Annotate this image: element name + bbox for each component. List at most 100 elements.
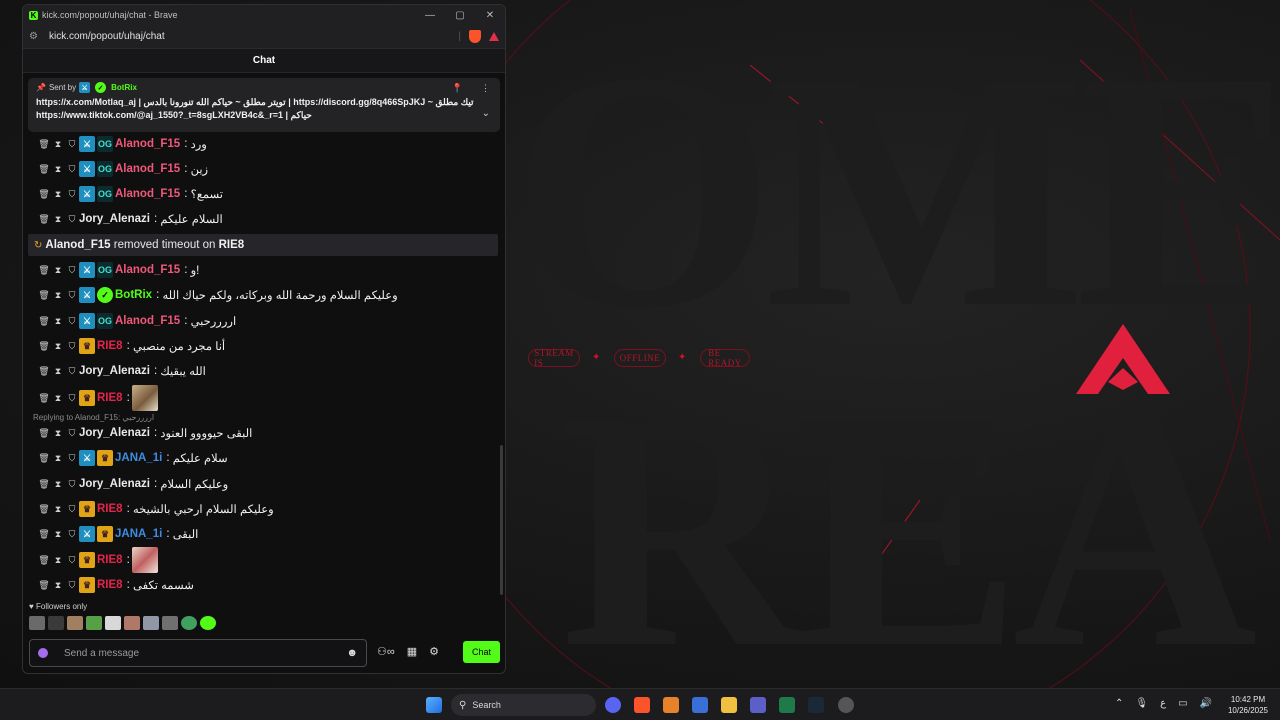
chat-message[interactable]: 🗑 ⧗ ⛉ ⚔ ✓ BotRix: وعليكم السلام ورحمة ال… [23, 284, 499, 306]
timeout-icon[interactable]: ⧗ [51, 189, 65, 200]
delete-icon[interactable]: 🗑 [37, 453, 51, 464]
app-a-icon[interactable] [663, 697, 679, 713]
chat-message[interactable]: 🗑 ⧗ ⛉ ⚔ OG Alanod_F15: ورد [23, 133, 499, 155]
timeout-icon[interactable]: ⧗ [51, 139, 65, 150]
emote-image[interactable] [200, 616, 216, 630]
timeout-icon[interactable]: ⧗ [51, 290, 65, 301]
timeout-icon[interactable]: ⧗ [51, 393, 65, 404]
maximize-button[interactable]: ▢ [445, 10, 475, 21]
ban-icon[interactable]: ⛉ [65, 341, 79, 352]
emoji-picker-icon[interactable]: ☻ [346, 647, 358, 659]
emote-image[interactable] [131, 385, 158, 411]
username[interactable]: Alanod_F15 [115, 264, 180, 276]
system-target[interactable]: RIE8 [219, 239, 245, 251]
chat-scrollbar[interactable] [500, 445, 503, 595]
url-text[interactable]: kick.com/popout/uhaj/chat [49, 31, 165, 42]
delete-icon[interactable]: 🗑 [37, 189, 51, 200]
timeout-icon[interactable]: ⧗ [51, 529, 65, 540]
timeout-icon[interactable]: ⧗ [51, 453, 65, 464]
ban-icon[interactable]: ⛉ [65, 139, 79, 150]
message-input[interactable]: Send a message ☻ [29, 639, 367, 667]
delete-icon[interactable]: 🗑 [37, 290, 51, 301]
emote-image[interactable] [124, 616, 140, 630]
brave-icon[interactable] [634, 697, 650, 713]
timeout-icon[interactable]: ⧗ [51, 428, 65, 439]
username[interactable]: RIE8 [97, 554, 123, 566]
delete-icon[interactable]: 🗑 [37, 139, 51, 150]
delete-icon[interactable]: 🗑 [37, 479, 51, 490]
chat-message[interactable]: 🗑 ⧗ ⛉ Jory_Alenazi: وعليكم السلام [23, 473, 499, 495]
clock[interactable]: 10:42 PM 10/26/2025 [1222, 694, 1274, 716]
timeout-icon[interactable]: ⧗ [51, 214, 65, 225]
ban-icon[interactable]: ⛉ [65, 479, 79, 490]
emote-image[interactable] [29, 616, 45, 630]
language-indicator[interactable]: ع [1160, 698, 1166, 709]
site-settings-icon[interactable]: ⚙ [29, 31, 47, 42]
ban-icon[interactable]: ⛉ [65, 265, 79, 276]
delete-icon[interactable]: 🗑 [37, 504, 51, 515]
username[interactable]: Jory_Alenazi [79, 365, 150, 377]
username[interactable]: BotRix [115, 289, 152, 301]
chevron-down-icon[interactable]: ⌄ [482, 108, 490, 119]
microphone-tray-icon[interactable]: 🎙 [1135, 698, 1148, 709]
timeout-icon[interactable]: ⧗ [51, 504, 65, 515]
emote-image[interactable] [86, 616, 102, 630]
volume-icon[interactable]: 🔊 [1200, 698, 1212, 709]
emote-image[interactable] [131, 547, 158, 573]
delete-icon[interactable]: 🗑 [37, 580, 51, 591]
file-explorer-icon[interactable] [721, 697, 737, 713]
username[interactable]: Alanod_F15 [115, 163, 180, 175]
timeout-icon[interactable]: ⧗ [51, 366, 65, 377]
ban-icon[interactable]: ⛉ [65, 189, 79, 200]
network-icon[interactable]: ▭ [1178, 698, 1187, 709]
kicks-icon[interactable]: ⚇∞ [377, 645, 395, 658]
ban-icon[interactable]: ⛉ [65, 366, 79, 377]
chat-message[interactable]: 🗑 ⧗ ⛉ ♛ RIE8: شسمه تكفى [23, 574, 499, 596]
pinned-sender-name[interactable]: BotRix [111, 83, 137, 92]
emote-image[interactable] [105, 616, 121, 630]
delete-icon[interactable]: 🗑 [37, 393, 51, 404]
pinned-line-1[interactable]: https://x.com/Motlaq_aj | تويتر مطلق ~ ح… [36, 96, 476, 109]
chat-message[interactable]: 🗑 ⧗ ⛉ ⚔ ♛ JANA_1i: البقى [23, 523, 499, 545]
ban-icon[interactable]: ⛉ [65, 290, 79, 301]
pinned-message[interactable]: 📌 Sent by ⚔ ✓ BotRix 📍 ⋮ https://x.com/M… [28, 78, 500, 132]
close-button[interactable]: ✕ [475, 10, 505, 21]
emote-image[interactable] [181, 616, 197, 630]
chevron-up-icon[interactable]: ⌃ [1115, 698, 1123, 709]
username[interactable]: RIE8 [97, 340, 123, 352]
chat-message[interactable]: 🗑 ⧗ ⛉ ♛ RIE8: [23, 385, 499, 411]
chat-message[interactable]: 🗑 ⧗ ⛉ Jory_Alenazi: البقى حيوووو العنود [23, 422, 499, 444]
delete-icon[interactable]: 🗑 [37, 164, 51, 175]
username[interactable]: RIE8 [97, 392, 123, 404]
chat-message[interactable]: 🗑 ⧗ ⛉ ⚔ OG Alanod_F15: اررررحبي [23, 310, 499, 332]
send-chat-button[interactable]: Chat [463, 641, 500, 663]
pinned-line-2[interactable]: https://www.tiktok.com/@aj_1550?_t=8sgLX… [36, 109, 476, 122]
chat-message[interactable]: 🗑 ⧗ ⛉ ♛ RIE8: أنا مجرد من منصبي [23, 335, 499, 357]
microphone-icon[interactable] [38, 648, 48, 658]
chat-message[interactable]: 🗑 ⧗ ⛉ Jory_Alenazi: الله يبقيك [23, 360, 499, 382]
ban-icon[interactable]: ⛉ [65, 393, 79, 404]
timeout-icon[interactable]: ⧗ [51, 164, 65, 175]
emote-image[interactable] [143, 616, 159, 630]
delete-icon[interactable]: 🗑 [37, 529, 51, 540]
ban-icon[interactable]: ⛉ [65, 214, 79, 225]
emote-image[interactable] [48, 616, 64, 630]
delete-icon[interactable]: 🗑 [37, 341, 51, 352]
app-circle-icon[interactable] [838, 697, 854, 713]
steam-icon[interactable] [808, 697, 824, 713]
delete-icon[interactable]: 🗑 [37, 265, 51, 276]
windows-start-icon[interactable] [426, 697, 442, 713]
username[interactable]: Alanod_F15 [115, 315, 180, 327]
chat-message[interactable]: 🗑 ⧗ ⛉ ⚔ OG Alanod_F15: و! [23, 259, 499, 281]
timeout-icon[interactable]: ⧗ [51, 555, 65, 566]
timeout-icon[interactable]: ⧗ [51, 316, 65, 327]
excel-icon[interactable] [779, 697, 795, 713]
recent-emotes-bar[interactable] [29, 616, 216, 630]
username[interactable]: Jory_Alenazi [79, 427, 150, 439]
username[interactable]: Jory_Alenazi [79, 478, 150, 490]
username[interactable]: Alanod_F15 [115, 188, 180, 200]
delete-icon[interactable]: 🗑 [37, 214, 51, 225]
system-actor[interactable]: Alanod_F15 [45, 239, 110, 251]
emote-image[interactable] [162, 616, 178, 630]
taskbar-search[interactable]: ⚲ Search [451, 694, 596, 716]
